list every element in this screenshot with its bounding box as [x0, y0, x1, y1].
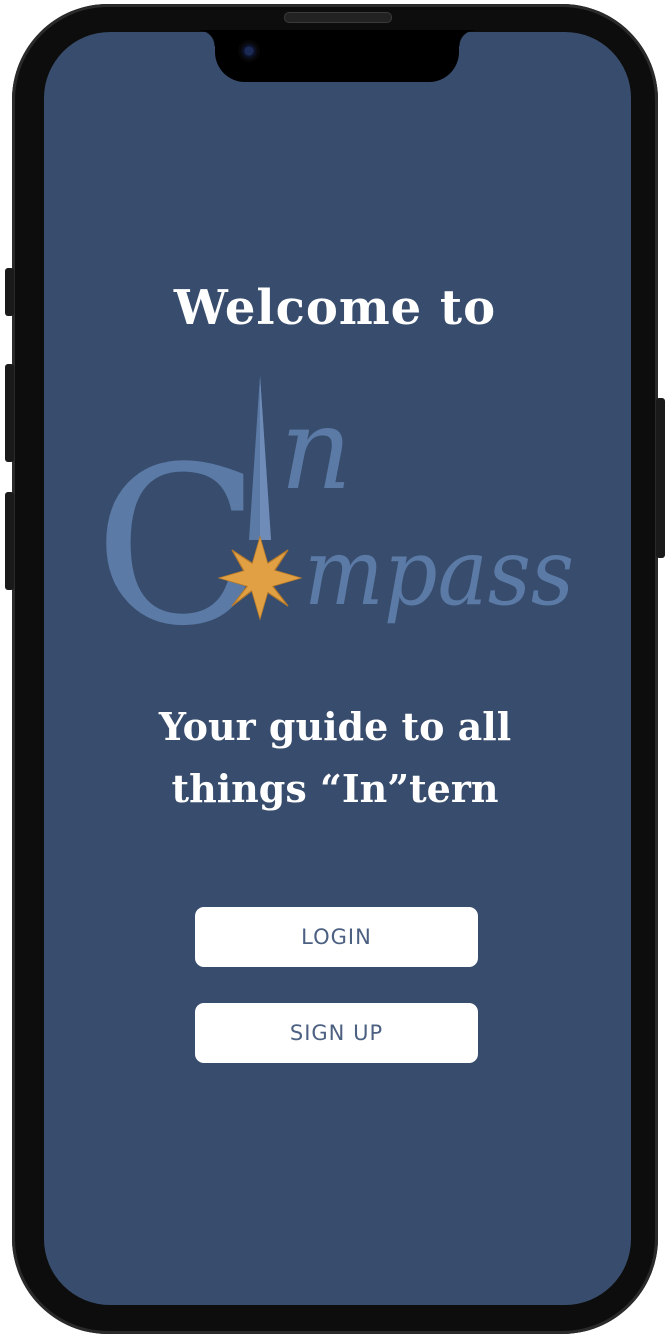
login-button[interactable]: LOGIN: [195, 907, 478, 967]
compass-star-icon: [217, 535, 303, 621]
welcome-title: Welcome to: [173, 280, 497, 336]
incompass-logo: C n mpass: [96, 376, 574, 642]
front-camera: [238, 40, 260, 62]
logo-letter-n: n: [280, 385, 352, 515]
tagline-line-2: things “In”tern: [171, 766, 499, 811]
earpiece-speaker: [284, 12, 392, 23]
power-button: [656, 398, 665, 558]
logo-letter-c: C: [96, 421, 261, 642]
app-screen: [44, 32, 631, 1305]
volume-up-button: [5, 364, 14, 462]
volume-down-button: [5, 492, 14, 590]
logo-text-mpass: mpass: [304, 519, 574, 626]
tagline: Your guide to all things “In”tern: [0, 696, 670, 820]
tagline-line-1: Your guide to all: [158, 704, 512, 749]
sign-up-button[interactable]: SIGN UP: [195, 1003, 478, 1063]
